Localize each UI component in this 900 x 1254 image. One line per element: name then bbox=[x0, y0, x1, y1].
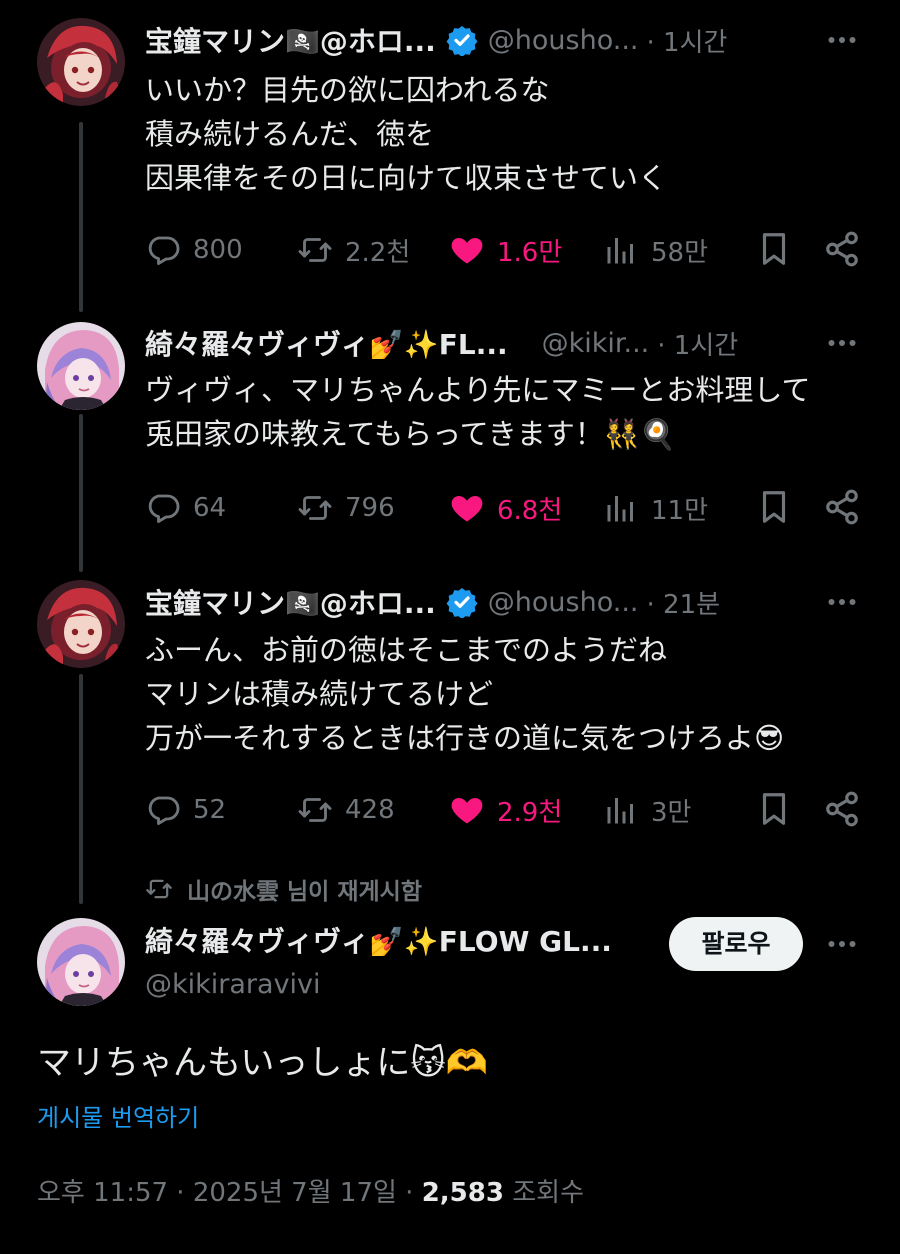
action-bar: 64 796 6.8천 11만 bbox=[145, 486, 862, 530]
follow-button[interactable]: 팔로우 bbox=[669, 917, 803, 971]
repost-button[interactable]: 428 bbox=[297, 788, 395, 832]
timestamp[interactable]: · 21분 bbox=[647, 584, 721, 621]
timestamp[interactable]: · 1시간 bbox=[657, 325, 738, 362]
reply-count: 52 bbox=[193, 795, 227, 825]
repost-button[interactable]: 2.2천 bbox=[297, 228, 410, 272]
like-button[interactable]: 2.9천 bbox=[449, 788, 562, 832]
share-icon[interactable] bbox=[823, 230, 861, 268]
thread-line bbox=[79, 674, 83, 904]
repost-icon bbox=[297, 792, 333, 828]
reply-count: 64 bbox=[193, 493, 227, 523]
views-icon bbox=[603, 232, 639, 268]
post-timestamp[interactable]: 오후 11:57 · 2025년 7월 17일 · bbox=[37, 1178, 422, 1208]
handle[interactable]: @housho... bbox=[488, 25, 639, 56]
tweet-meta: 오후 11:57 · 2025년 7월 17일 · 2,583 조회수 bbox=[37, 1172, 584, 1209]
handle[interactable]: @kikir... bbox=[542, 328, 650, 359]
repost-note-label: 山の水雲 님이 재게시함 bbox=[187, 879, 422, 905]
repost-icon bbox=[297, 232, 333, 268]
repost-icon bbox=[145, 875, 173, 903]
like-button[interactable]: 6.8천 bbox=[449, 486, 562, 530]
translate-link[interactable]: 게시물 번역하기 bbox=[37, 1098, 199, 1133]
verified-icon bbox=[446, 586, 478, 618]
views-button[interactable]: 11만 bbox=[603, 486, 708, 530]
repost-icon bbox=[297, 490, 333, 526]
tweet-text: ふーん、お前の徳はそこまでのようだね マリンは積み続けてるけど 万が一それすると… bbox=[145, 633, 785, 755]
main-tweet-text: マリちゃんもいっしょに😽🫶 bbox=[37, 1043, 489, 1083]
tweet-header: 綺々羅々ヴィヴィ💅✨FLOW GL... bbox=[145, 918, 660, 962]
heart-icon bbox=[449, 490, 485, 526]
action-bar: 52 428 2.9천 3만 bbox=[145, 788, 862, 832]
repost-count: 2.2천 bbox=[345, 237, 411, 268]
avatar[interactable] bbox=[37, 918, 125, 1006]
share-icon[interactable] bbox=[823, 488, 861, 526]
more-icon[interactable] bbox=[824, 325, 860, 361]
like-count: 6.8천 bbox=[497, 495, 563, 526]
like-count: 1.6만 bbox=[497, 237, 563, 268]
reply-button[interactable]: 800 bbox=[145, 228, 243, 272]
heart-icon bbox=[449, 792, 485, 828]
views-icon bbox=[603, 792, 639, 828]
tweet-header: 宝鐘マリン🏴‍☠️@ホロ... @housho... · 1시간 bbox=[145, 18, 860, 62]
display-name[interactable]: 宝鐘マリン🏴‍☠️@ホロ... bbox=[145, 20, 436, 60]
display-name[interactable]: 綺々羅々ヴィヴィ💅✨FL... bbox=[145, 323, 508, 363]
view-count: 3만 bbox=[651, 797, 692, 828]
repost-count: 796 bbox=[345, 493, 395, 523]
share-icon[interactable] bbox=[823, 790, 861, 828]
handle-row: @kikiraravivi bbox=[145, 962, 660, 1006]
views-button[interactable]: 58만 bbox=[603, 228, 708, 272]
reply-icon bbox=[145, 792, 181, 828]
action-bar: 800 2.2천 1.6만 58만 bbox=[145, 228, 862, 272]
bookmark-icon[interactable] bbox=[755, 488, 793, 526]
view-count: 2,583 bbox=[421, 1178, 504, 1208]
reply-button[interactable]: 64 bbox=[145, 486, 226, 530]
avatar[interactable] bbox=[37, 322, 125, 410]
more-icon[interactable] bbox=[824, 926, 860, 962]
tweet-text: いいか？目先の欲に囚われるな 積み続けるんだ、徳を 因果律をその日に向けて収束さ… bbox=[145, 73, 668, 195]
verified-icon bbox=[446, 24, 478, 56]
repost-button[interactable]: 796 bbox=[297, 486, 395, 530]
view-count: 11만 bbox=[651, 495, 709, 526]
bookmark-icon[interactable] bbox=[755, 230, 793, 268]
view-label: 조회수 bbox=[503, 1178, 584, 1208]
display-name[interactable]: 宝鐘マリン🏴‍☠️@ホロ... bbox=[145, 582, 436, 622]
avatar[interactable] bbox=[37, 18, 125, 106]
views-button[interactable]: 3만 bbox=[603, 788, 691, 832]
thread-line bbox=[79, 122, 83, 312]
thread-line bbox=[79, 414, 83, 572]
tweet-header: 宝鐘マリン🏴‍☠️@ホロ... @housho... · 21분 bbox=[145, 580, 860, 624]
repost-note[interactable]: 山の水雲 님이 재게시함 bbox=[145, 872, 422, 906]
like-button[interactable]: 1.6만 bbox=[449, 228, 562, 272]
avatar[interactable] bbox=[37, 580, 125, 668]
like-count: 2.9천 bbox=[497, 797, 563, 828]
handle[interactable]: @kikiraravivi bbox=[145, 969, 321, 1000]
views-icon bbox=[603, 490, 639, 526]
display-name[interactable]: 綺々羅々ヴィヴィ💅✨FLOW GL... bbox=[145, 920, 612, 960]
tweet-text: ヴィヴィ、マリちゃんより先にマミーとお料理して 兎田家の味教えてもらってきます！… bbox=[145, 373, 811, 451]
tweet-header: 綺々羅々ヴィヴィ💅✨FL... @kikir... · 1시간 bbox=[145, 321, 860, 365]
view-count: 58만 bbox=[651, 237, 709, 268]
reply-button[interactable]: 52 bbox=[145, 788, 226, 832]
bookmark-icon[interactable] bbox=[755, 790, 793, 828]
timestamp[interactable]: · 1시간 bbox=[647, 22, 728, 59]
reply-icon bbox=[145, 490, 181, 526]
reply-count: 800 bbox=[193, 235, 243, 265]
repost-count: 428 bbox=[345, 795, 395, 825]
more-icon[interactable] bbox=[824, 22, 860, 58]
heart-icon bbox=[449, 232, 485, 268]
handle[interactable]: @housho... bbox=[488, 587, 639, 618]
reply-icon bbox=[145, 232, 181, 268]
more-icon[interactable] bbox=[824, 584, 860, 620]
